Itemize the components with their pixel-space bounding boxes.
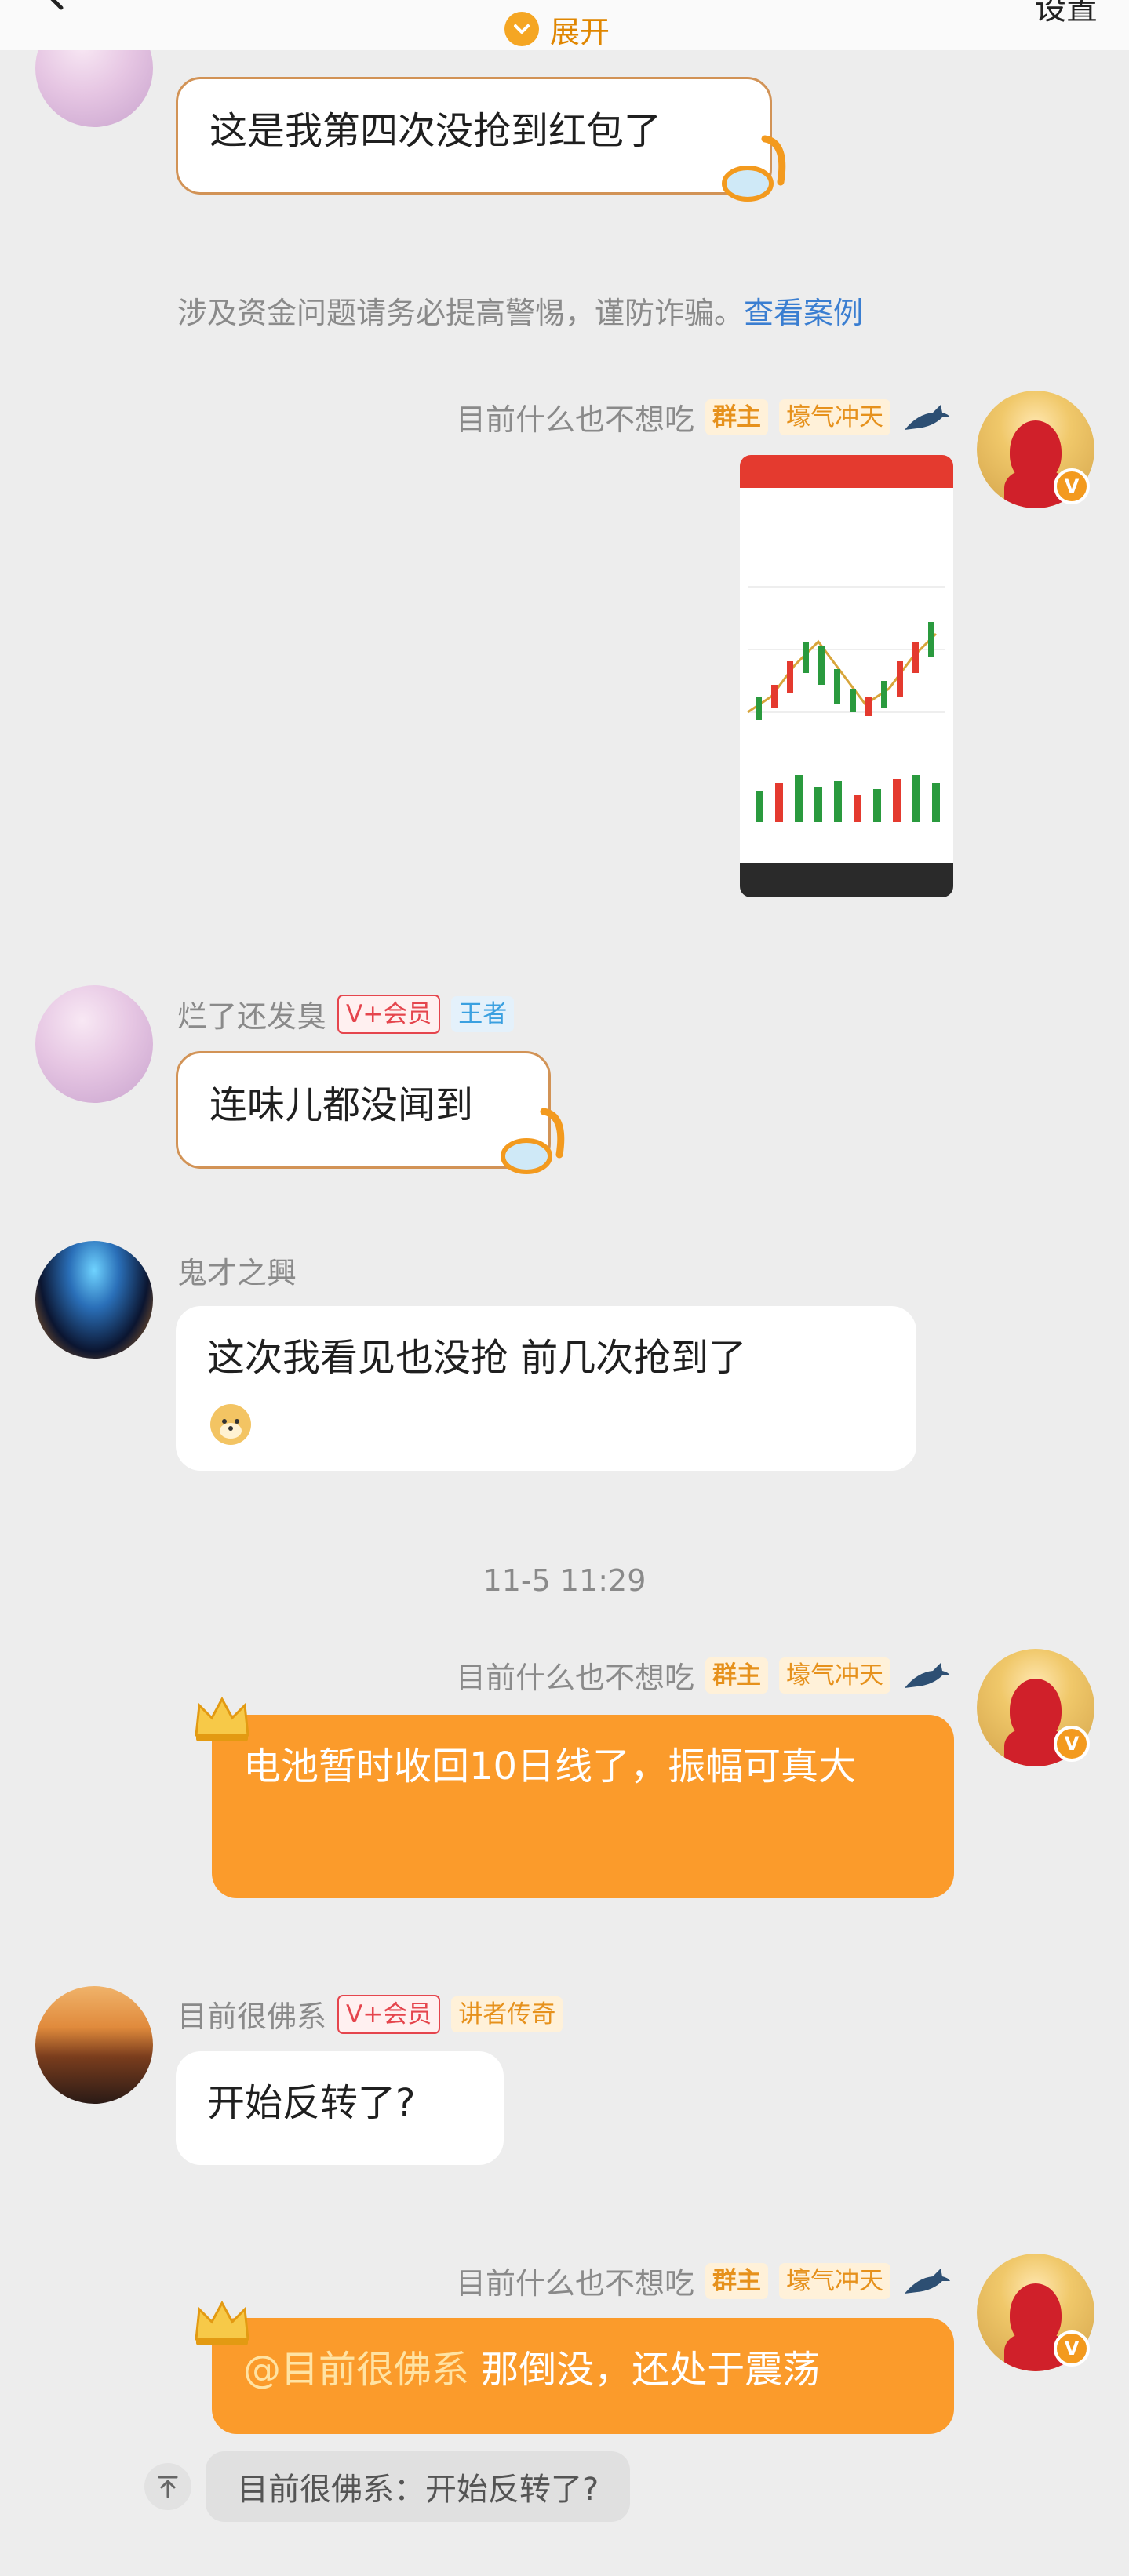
crown-icon xyxy=(195,2300,249,2345)
image-bottom-bar xyxy=(740,863,953,897)
verified-v-icon: V xyxy=(1054,1726,1090,1762)
sender-name[interactable]: 鬼才之興 xyxy=(177,1249,297,1292)
message-bubble[interactable]: @目前很佛系 那倒没，还处于震荡 xyxy=(212,2318,954,2434)
owner-badge: 群主 xyxy=(705,398,768,435)
image-header xyxy=(740,455,953,488)
message-text: 这是我第四次没抢到红包了 xyxy=(209,109,662,153)
crown-icon xyxy=(195,1696,249,1741)
image-quote-row xyxy=(740,488,953,516)
view-cases-link[interactable]: 查看案例 xyxy=(744,296,863,330)
message-text: 开始反转了? xyxy=(207,2081,416,2125)
avatar[interactable] xyxy=(35,1986,153,2104)
quoted-reply: 目前很佛系：开始反转了? xyxy=(144,2451,631,2522)
message-bubble[interactable]: 这次我看见也没抢 前几次抢到了 xyxy=(176,1306,916,1471)
sender-name[interactable]: 目前很佛系 xyxy=(177,1992,326,2036)
title-badge: 壕气冲天 xyxy=(779,1657,890,1694)
title-badge: 讲者传奇 xyxy=(451,1996,563,2032)
message-bubble[interactable]: 开始反转了? xyxy=(176,2051,504,2165)
message-text: 那倒没，还处于震荡 xyxy=(469,2348,821,2392)
sender-name[interactable]: 目前什么也不想吃 xyxy=(456,395,694,438)
bird-icon xyxy=(905,404,950,430)
chevron-down-icon xyxy=(504,12,539,46)
bird-icon xyxy=(905,2268,950,2294)
message-text: 这次我看见也没抢 前几次抢到了 xyxy=(207,1336,747,1380)
avatar[interactable] xyxy=(35,985,153,1103)
sender-name[interactable]: 目前什么也不想吃 xyxy=(456,1654,694,1697)
verified-v-icon: V xyxy=(1054,468,1090,504)
owner-badge: 群主 xyxy=(705,2262,768,2299)
notice-text: 涉及资金问题请务必提高警惕，谨防诈骗。 xyxy=(177,296,745,330)
verified-v-icon: V xyxy=(1054,2330,1090,2367)
fraud-notice: 涉及资金问题请务必提高警惕，谨防诈骗。查看案例 xyxy=(177,289,863,332)
doge-emoji-icon xyxy=(210,1404,251,1445)
sender-row: 目前什么也不想吃 群主 壕气冲天 xyxy=(456,2259,952,2302)
bird-icon xyxy=(905,1662,950,1688)
snorkel-mask-icon xyxy=(501,1108,565,1174)
vip-badge: V+会员 xyxy=(337,1994,441,2034)
expand-label: 展开 xyxy=(550,14,610,49)
mention-link[interactable]: @目前很佛系 xyxy=(243,2348,469,2392)
title-badge: 壕气冲天 xyxy=(779,2262,890,2299)
title-badge: 壕气冲天 xyxy=(779,398,890,435)
sender-row: 鬼才之興 xyxy=(177,1249,297,1292)
message-bubble[interactable]: 电池暂时收回10日线了，振幅可真大 xyxy=(212,1715,954,1898)
sender-row: 目前很佛系 V+会员 讲者传奇 xyxy=(177,1992,563,2036)
back-arrow-icon[interactable] xyxy=(39,0,71,11)
quote-up-icon[interactable] xyxy=(144,2463,191,2510)
message-bubble[interactable]: 连味儿都没闻到 xyxy=(176,1051,551,1169)
avatar[interactable] xyxy=(35,1241,153,1359)
owner-badge: 群主 xyxy=(705,1657,768,1694)
vip-badge: V+会员 xyxy=(337,994,441,1034)
candlestick-chart-image xyxy=(740,516,953,861)
rank-badge: 王者 xyxy=(451,995,515,1032)
sender-row: 目前什么也不想吃 群主 壕气冲天 xyxy=(456,395,952,438)
sender-row: 目前什么也不想吃 群主 壕气冲天 xyxy=(456,1654,952,1697)
sender-row: 烂了还发臭 V+会员 王者 xyxy=(177,992,515,1035)
expand-button[interactable]: 展开 xyxy=(504,9,610,49)
timestamp: 11-5 11:29 xyxy=(483,1563,646,1598)
settings-button[interactable]: 设置 xyxy=(1035,0,1098,28)
sender-name[interactable]: 目前什么也不想吃 xyxy=(456,2259,694,2302)
snorkel-mask-icon xyxy=(722,135,786,202)
sender-name[interactable]: 烂了还发臭 xyxy=(177,992,326,1035)
top-bar: 展开 设置 xyxy=(0,0,1129,50)
stock-screenshot-image[interactable] xyxy=(740,455,953,897)
message-text: 连味儿都没闻到 xyxy=(209,1083,474,1127)
message-bubble[interactable]: 这是我第四次没抢到红包了 xyxy=(176,77,772,195)
quoted-message[interactable]: 目前很佛系：开始反转了? xyxy=(206,2451,631,2522)
message-text: 电池暂时收回10日线了，振幅可真大 xyxy=(243,1745,857,1788)
